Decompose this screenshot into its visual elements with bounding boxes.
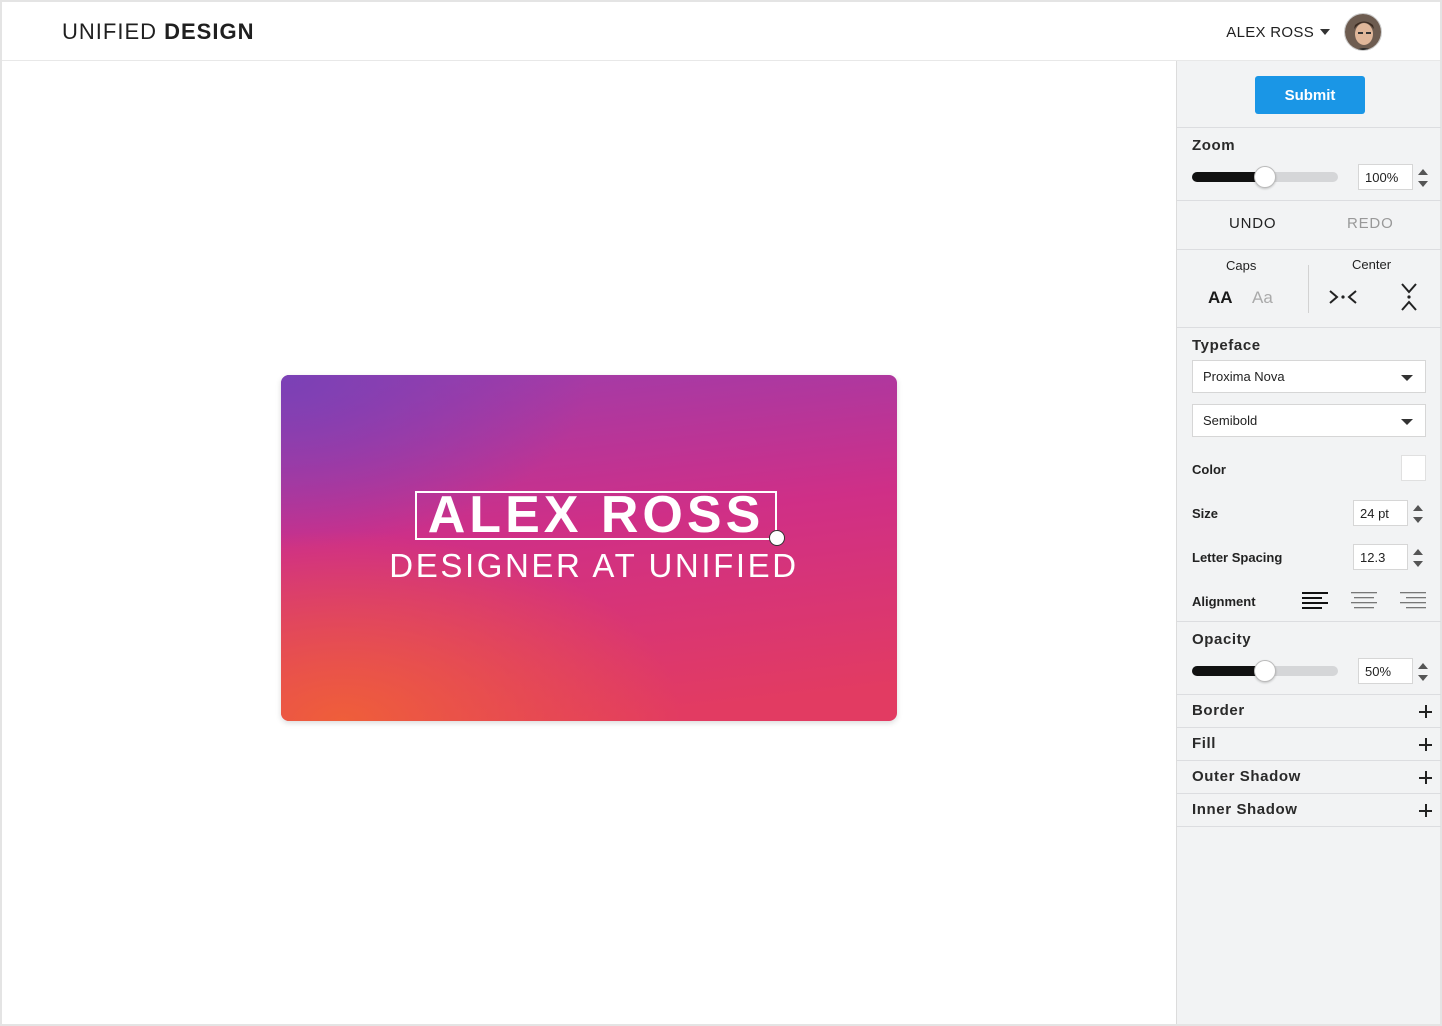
zoom-slider[interactable] xyxy=(1192,166,1338,188)
size-stepper[interactable] xyxy=(1411,501,1425,527)
color-label: Color xyxy=(1192,462,1226,477)
align-center-icon[interactable] xyxy=(1351,590,1377,610)
stepper-up-icon[interactable] xyxy=(1413,549,1423,555)
zoom-value: 100% xyxy=(1365,169,1399,185)
chevron-down-icon xyxy=(1401,375,1413,381)
user-name: ALEX ROSS xyxy=(1226,23,1314,41)
user-menu[interactable]: ALEX ROSS xyxy=(1226,12,1382,52)
panel-border-title: Border xyxy=(1192,702,1245,719)
opacity-title: Opacity xyxy=(1192,631,1252,648)
avatar[interactable] xyxy=(1344,13,1382,51)
opacity-section: Opacity 50% xyxy=(1177,622,1441,695)
card-name-text[interactable]: ALEX ROSS xyxy=(415,489,777,541)
font-weight-select[interactable]: Semibold xyxy=(1192,404,1426,437)
stepper-up-icon[interactable] xyxy=(1418,169,1428,175)
zoom-title: Zoom xyxy=(1192,137,1236,154)
zoom-input[interactable]: 100% xyxy=(1358,164,1428,190)
brand-bold-text: DESIGN xyxy=(164,19,255,44)
panel-inner-shadow[interactable]: Inner Shadow xyxy=(1177,794,1441,827)
stepper-down-icon[interactable] xyxy=(1413,561,1423,567)
stepper-down-icon[interactable] xyxy=(1413,517,1423,523)
panel-fill[interactable]: Fill xyxy=(1177,728,1441,761)
letter-spacing-label: Letter Spacing xyxy=(1192,550,1283,565)
opacity-stepper[interactable] xyxy=(1416,659,1430,685)
avatar-image xyxy=(1345,14,1381,50)
font-family-value: Proxima Nova xyxy=(1203,369,1285,384)
size-input[interactable]: 24 pt xyxy=(1353,500,1423,526)
zoom-section: Zoom 100% xyxy=(1177,128,1441,201)
history-section: UNDO REDO xyxy=(1177,201,1441,250)
typeface-section: Typeface Proxima Nova Semibold Color Siz… xyxy=(1177,328,1441,622)
panel-border[interactable]: Border xyxy=(1177,695,1441,728)
opacity-input[interactable]: 50% xyxy=(1358,658,1428,684)
center-vertical-icon[interactable] xyxy=(1400,282,1418,312)
opacity-value: 50% xyxy=(1365,663,1392,679)
font-family-select[interactable]: Proxima Nova xyxy=(1192,360,1426,393)
letter-spacing-value: 12.3 xyxy=(1360,549,1386,565)
letter-spacing-input[interactable]: 12.3 xyxy=(1353,544,1423,570)
center-title: Center xyxy=(1352,257,1392,272)
properties-panel: Submit Zoom 100% UNDO REDO Caps AA Aa Ce… xyxy=(1176,61,1441,1024)
font-weight-value: Semibold xyxy=(1203,413,1258,428)
stepper-up-icon[interactable] xyxy=(1418,663,1428,669)
chevron-down-icon xyxy=(1320,29,1330,35)
size-value: 24 pt xyxy=(1360,505,1389,521)
opacity-slider[interactable] xyxy=(1192,660,1338,682)
panel-outer-shadow-title: Outer Shadow xyxy=(1192,768,1301,785)
undo-button[interactable]: UNDO xyxy=(1229,215,1276,232)
stepper-down-icon[interactable] xyxy=(1418,181,1428,187)
brand-logo[interactable]: UNIFIED DESIGN xyxy=(62,19,254,45)
panel-outer-shadow[interactable]: Outer Shadow xyxy=(1177,761,1441,794)
card-subtitle-text[interactable]: DESIGNER AT UNIFIED xyxy=(281,547,897,585)
stepper-up-icon[interactable] xyxy=(1413,505,1423,511)
typeface-title: Typeface xyxy=(1192,337,1261,354)
zoom-slider-thumb[interactable] xyxy=(1254,166,1276,188)
submit-section: Submit xyxy=(1177,61,1441,128)
opacity-slider-thumb[interactable] xyxy=(1254,660,1276,682)
color-swatch[interactable] xyxy=(1401,455,1426,481)
top-bar: UNIFIED DESIGN ALEX ROSS xyxy=(2,2,1440,61)
plus-icon[interactable] xyxy=(1419,771,1432,784)
redo-button[interactable]: REDO xyxy=(1347,215,1394,232)
center-horizontal-icon[interactable] xyxy=(1328,289,1358,305)
zoom-stepper[interactable] xyxy=(1416,165,1430,191)
brand-light-text: UNIFIED xyxy=(62,19,157,44)
business-card[interactable]: ALEX ROSS DESIGNER AT UNIFIED xyxy=(281,375,897,721)
plus-icon[interactable] xyxy=(1419,804,1432,817)
divider xyxy=(1308,265,1309,313)
panel-inner-shadow-title: Inner Shadow xyxy=(1192,801,1298,818)
caps-mixed-button[interactable]: Aa xyxy=(1252,288,1273,308)
design-canvas[interactable]: ALEX ROSS DESIGNER AT UNIFIED xyxy=(2,61,1176,1024)
caps-title: Caps xyxy=(1226,258,1257,273)
chevron-down-icon xyxy=(1401,419,1413,425)
alignment-label: Alignment xyxy=(1192,594,1256,609)
panel-fill-title: Fill xyxy=(1192,735,1217,752)
resize-handle[interactable] xyxy=(769,530,785,546)
caps-upper-button[interactable]: AA xyxy=(1208,288,1233,308)
align-left-icon[interactable] xyxy=(1302,590,1328,610)
caps-center-section: Caps AA Aa Center xyxy=(1177,250,1441,328)
stepper-down-icon[interactable] xyxy=(1418,675,1428,681)
size-label: Size xyxy=(1192,506,1219,521)
submit-button[interactable]: Submit xyxy=(1255,76,1365,114)
align-right-icon[interactable] xyxy=(1400,590,1426,610)
plus-icon[interactable] xyxy=(1419,705,1432,718)
letter-spacing-stepper[interactable] xyxy=(1411,545,1425,571)
plus-icon[interactable] xyxy=(1419,738,1432,751)
